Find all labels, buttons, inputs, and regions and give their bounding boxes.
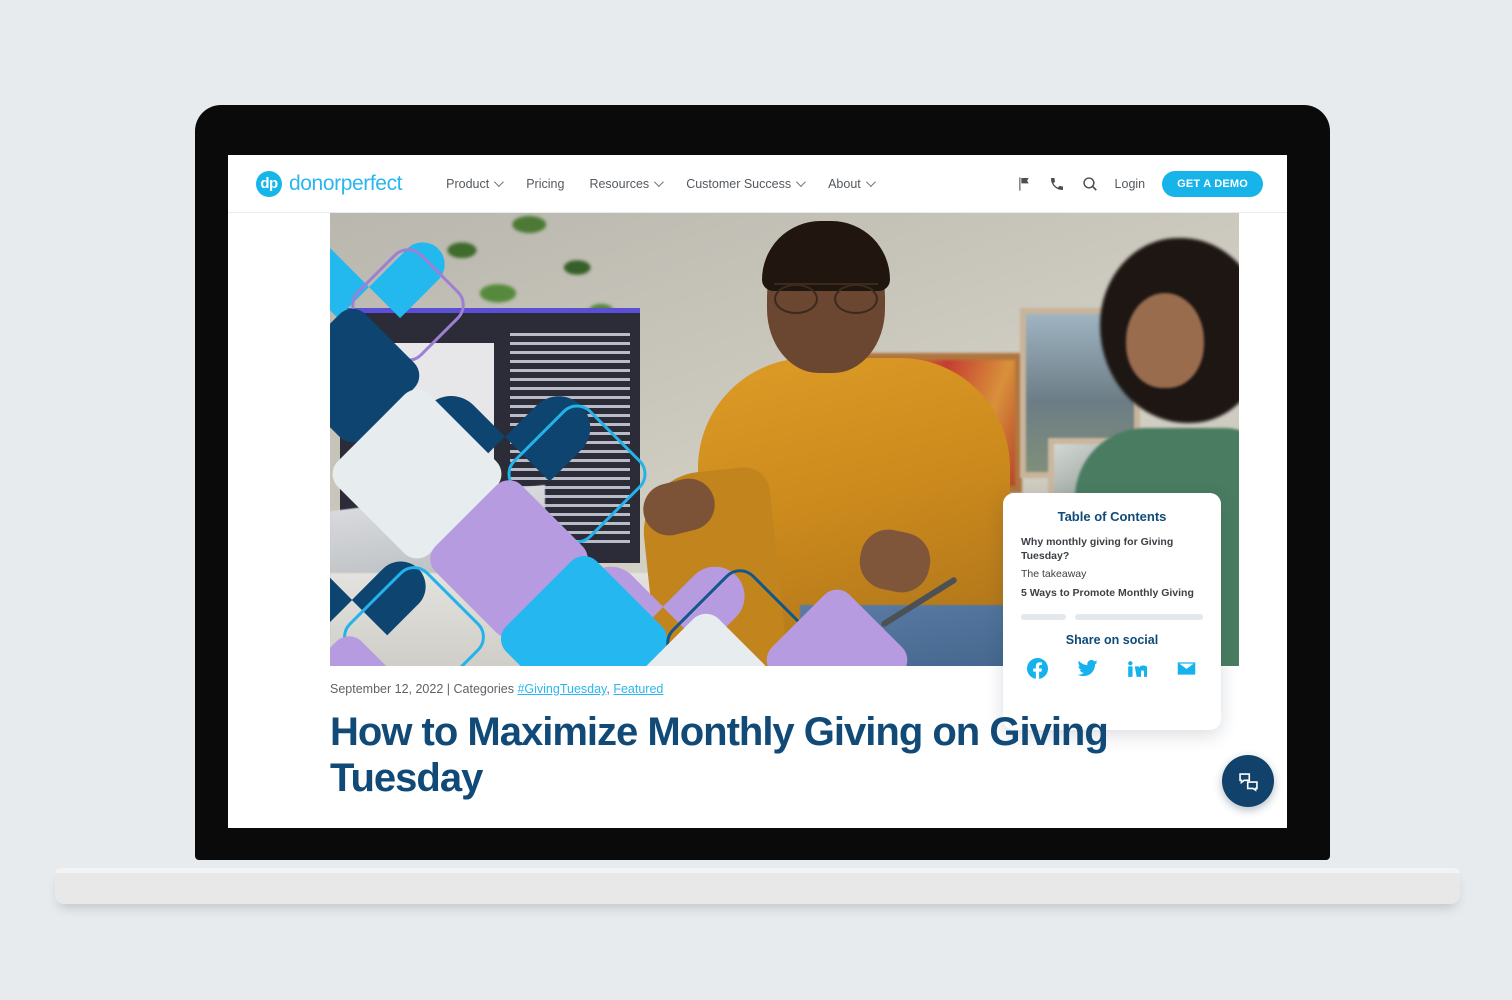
nav-item-label: Customer Success: [686, 176, 792, 191]
laptop-base: [55, 868, 1460, 904]
category-link-givingtuesday[interactable]: #GivingTuesday: [517, 682, 606, 696]
logo-mark-icon: dp: [256, 170, 282, 197]
header-utilities: Login GET A DEMO: [1016, 170, 1263, 197]
laptop-base-lip: [55, 868, 1460, 873]
facebook-icon[interactable]: [1027, 657, 1048, 679]
diamond-shape-purple-lower: [759, 582, 915, 666]
search-icon[interactable]: [1082, 176, 1098, 192]
nav-item-label: Product: [446, 176, 490, 191]
diamond-shape-cyan: [493, 548, 675, 666]
nav-item-product[interactable]: Product: [446, 176, 505, 191]
categories-comma: ,: [606, 682, 610, 696]
nav-item-about[interactable]: About: [828, 176, 876, 191]
share-on-social-title: Share on social: [1065, 632, 1159, 647]
article-meta: September 12, 2022 | Categories #GivingT…: [330, 682, 1110, 696]
toc-link-1[interactable]: Why monthly giving for Giving Tuesday?: [1021, 536, 1203, 563]
nav-item-pricing[interactable]: Pricing: [526, 177, 564, 191]
toc-link-3[interactable]: 5 Ways to Promote Monthly Giving: [1021, 587, 1203, 601]
article-header: September 12, 2022 | Categories #GivingT…: [330, 682, 1110, 801]
chat-widget-button[interactable]: [1222, 755, 1274, 807]
chevron-down-icon: [796, 177, 806, 188]
browser-viewport: dp donorperfect Product Pricing Resource…: [228, 155, 1287, 828]
categories-label: Categories: [453, 682, 514, 696]
nav-item-label: Resources: [589, 176, 650, 191]
phone-icon[interactable]: [1049, 176, 1065, 192]
diamond-shape-purple-corner: [330, 628, 405, 666]
article-headline: How to Maximize Monthly Giving on Giving…: [330, 710, 1109, 800]
skeleton-bar-short: [1021, 613, 1066, 620]
meta-separator: |: [446, 682, 451, 696]
linkedin-icon[interactable]: [1126, 658, 1148, 679]
diamond-shape-white-lower: [635, 606, 777, 666]
chevron-down-icon: [654, 177, 665, 188]
category-link-featured[interactable]: Featured: [613, 682, 663, 696]
twitter-icon[interactable]: [1077, 658, 1098, 679]
nav-item-resources[interactable]: Resources: [589, 176, 665, 191]
primary-nav: Product Pricing Resources Customer Succe…: [446, 176, 876, 191]
skeleton-bar-long: [1075, 613, 1203, 620]
toc-title: Table of Contents: [1057, 509, 1167, 524]
social-share-icons: [1021, 657, 1203, 679]
flag-icon[interactable]: [1016, 176, 1032, 192]
nav-item-customer-success[interactable]: Customer Success: [686, 176, 806, 191]
logo-wordmark: donorperfect: [289, 171, 403, 195]
nav-item-label: Pricing: [526, 176, 565, 191]
get-a-demo-button[interactable]: GET A DEMO: [1162, 170, 1263, 197]
toc-link-2[interactable]: The takeaway: [1021, 568, 1203, 582]
login-link[interactable]: Login: [1115, 177, 1146, 191]
publish-date: September 12, 2022: [330, 682, 444, 696]
logo[interactable]: dp donorperfect: [256, 170, 403, 197]
site-header: dp donorperfect Product Pricing Resource…: [228, 155, 1287, 213]
nav-item-label: About: [828, 176, 861, 191]
chevron-down-icon: [494, 177, 505, 188]
screenshot-stage: dp donorperfect Product Pricing Resource…: [0, 0, 1512, 1000]
chevron-down-icon: [865, 177, 876, 188]
email-icon[interactable]: [1176, 658, 1197, 679]
toc-skeleton-bars: [1021, 613, 1203, 620]
chat-bubbles-icon: [1238, 772, 1258, 792]
